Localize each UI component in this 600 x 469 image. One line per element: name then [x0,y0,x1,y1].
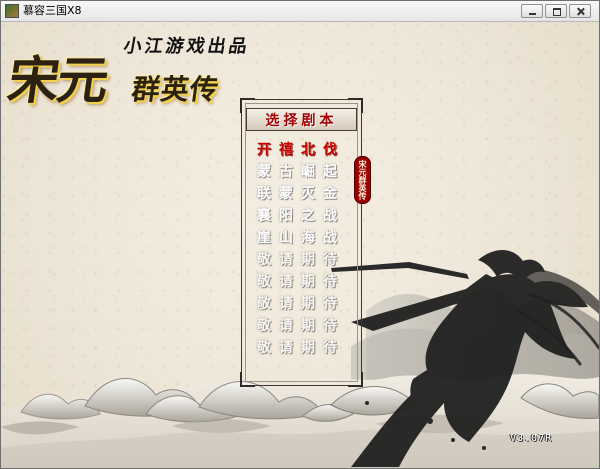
scenario-item[interactable]: 崖山海战 [257,227,352,249]
coming-soon-item: 敬请期待 [257,318,345,334]
seal-text: 宋元群英传 [358,159,367,201]
frame-corner [240,372,255,387]
scenario-menu-header: 选择剧本 [246,108,357,131]
game-icon [5,4,19,18]
scenario-item[interactable]: 联蒙灭金 [257,183,352,205]
game-logo-main: 宋元 [4,51,111,111]
coming-soon-item: 敬请期待 [257,274,345,290]
scenario-menu-title: 选择剧本 [265,113,338,129]
window-title: 慕容三国X8 [23,4,82,17]
studio-credit: 小江游戏出品 [121,36,252,57]
minimize-button[interactable] [521,4,543,18]
scenario-item[interactable]: 蒙古崛起 [257,161,352,183]
scenario-list: 开禧北伐 蒙古崛起 联蒙灭金 襄阳之战 崖山海战 敬请期待 敬请期待 敬请期待 … [257,139,352,359]
coming-soon-item: 敬请期待 [257,340,345,356]
red-seal: 宋元群英传 [354,156,371,204]
window-titlebar[interactable]: 慕容三国X8 [1,1,599,22]
maximize-button[interactable] [545,4,567,18]
game-logo-side: 群英传 [129,73,222,106]
scenario-item[interactable]: 开禧北伐 [257,139,352,161]
game-canvas: 小江游戏出品 宋元 群英传 选择剧本 开禧北伐 蒙古崛起 联蒙灭金 襄阳之战 崖… [1,22,599,468]
close-button[interactable] [569,4,591,18]
game-window: 慕容三国X8 小江游戏出品 宋元 群英传 选择剧本 开禧北伐 蒙古崛起 联蒙灭金… [0,0,600,469]
scenario-item[interactable]: 襄阳之战 [257,205,352,227]
coming-soon-item: 敬请期待 [257,252,345,268]
version-label: V3.07R [510,433,553,444]
frame-corner [348,372,363,387]
coming-soon-item: 敬请期待 [257,296,345,312]
